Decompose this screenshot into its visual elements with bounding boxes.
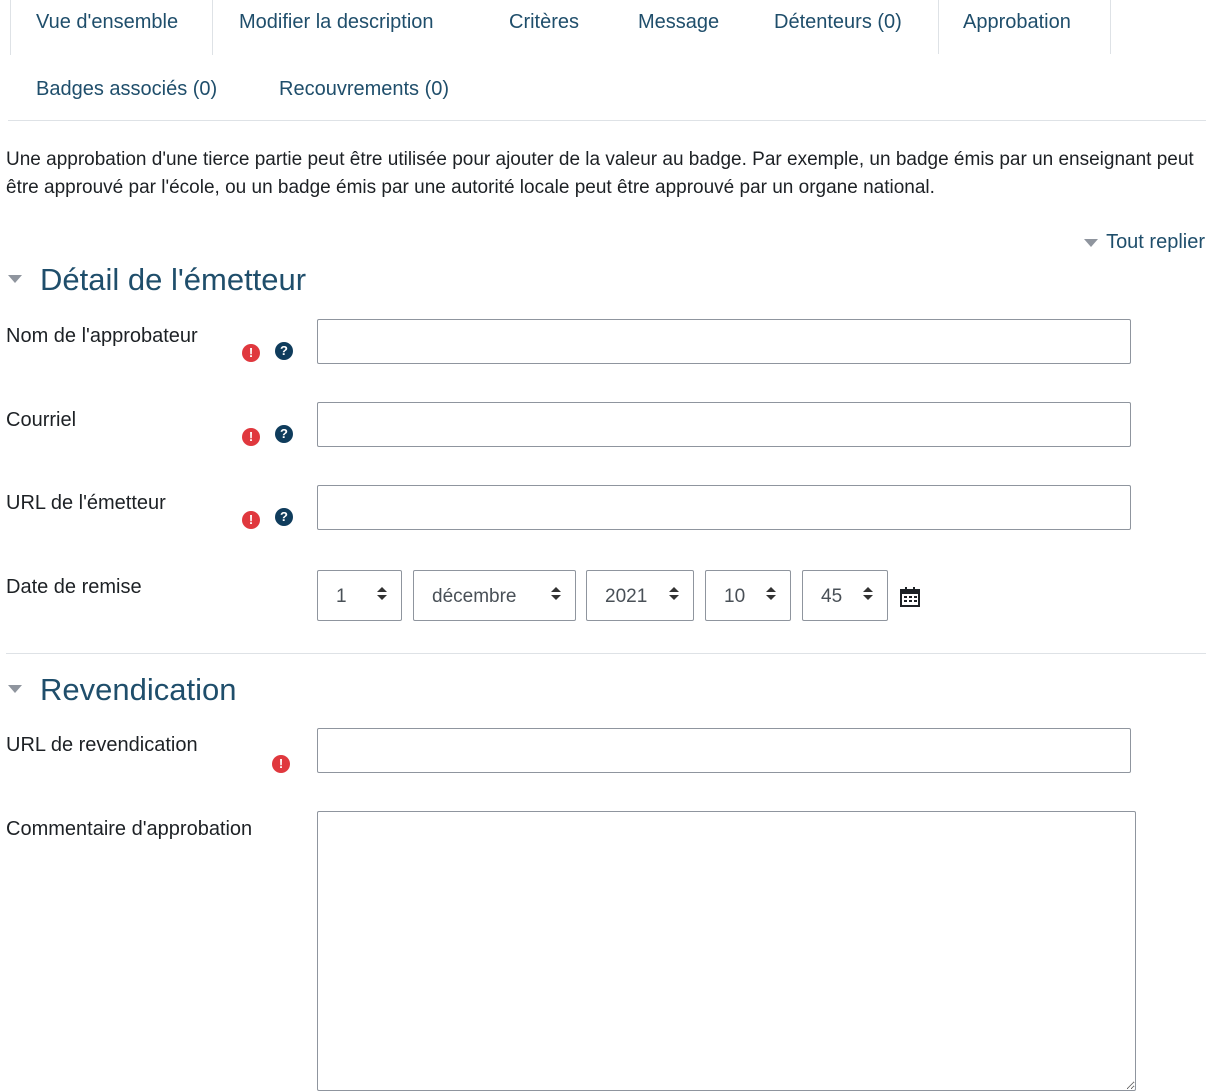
tab-related-badges[interactable]: Badges associés (0) (36, 77, 217, 101)
sort-icon (377, 585, 387, 605)
claim-section-header[interactable]: Revendication (8, 670, 236, 710)
issuer-url-label: URL de l'émetteur (6, 492, 166, 514)
claim-url-label: URL de revendication (6, 734, 198, 756)
tab-edit-description[interactable]: Modifier la description (239, 10, 434, 34)
tab-alignments[interactable]: Recouvrements (0) (279, 77, 449, 101)
claim-section-title: Revendication (40, 672, 237, 707)
sort-icon (863, 585, 873, 605)
caret-down-icon (8, 274, 22, 283)
hour-select[interactable]: 10 (705, 570, 791, 621)
month-select[interactable]: décembre (413, 570, 576, 621)
minute-value: 45 (821, 586, 843, 607)
issuer-url-input[interactable] (317, 485, 1131, 530)
question-circle-icon[interactable]: ? (275, 425, 293, 443)
tab-divider (938, 0, 939, 54)
issuer-name-label: Nom de l'approbateur (6, 325, 198, 347)
calendar-icon[interactable] (899, 586, 921, 608)
email-label: Courriel (6, 409, 77, 431)
exclamation-circle-icon: ! (242, 344, 260, 362)
tab-divider (1110, 0, 1111, 54)
minute-select[interactable]: 45 (802, 570, 888, 621)
year-value: 2021 (605, 586, 648, 607)
tab-criteria[interactable]: Critères (509, 10, 579, 34)
question-circle-icon[interactable]: ? (275, 508, 293, 526)
sort-icon (551, 585, 561, 605)
day-select[interactable]: 1 (317, 570, 402, 621)
section-divider (6, 653, 1206, 654)
collapse-all-link[interactable]: Tout replier (1084, 231, 1205, 254)
endorsement-comment-textarea[interactable] (317, 811, 1136, 1091)
exclamation-circle-icon: ! (242, 511, 260, 529)
tab-endorsement[interactable]: Approbation (963, 10, 1071, 34)
issuer-name-input[interactable] (317, 319, 1131, 364)
caret-down-icon (8, 684, 22, 693)
day-value: 1 (336, 586, 347, 607)
caret-down-icon (1084, 238, 1099, 247)
endorsement-intro-text: Une approbation d'une tierce partie peut… (6, 149, 1194, 198)
issuer-section-header[interactable]: Détail de l'émetteur (8, 260, 306, 300)
email-input[interactable] (317, 402, 1131, 447)
sort-icon (766, 585, 776, 605)
exclamation-circle-icon: ! (242, 428, 260, 446)
tab-message[interactable]: Message (638, 10, 719, 34)
exclamation-circle-icon: ! (272, 755, 290, 773)
collapse-all-label: Tout replier (1106, 231, 1205, 253)
month-value: décembre (432, 586, 517, 607)
tab-recipients[interactable]: Détenteurs (0) (774, 10, 902, 34)
sort-icon (669, 585, 679, 605)
endorsement-comment-label: Commentaire d'approbation (6, 818, 253, 840)
question-circle-icon[interactable]: ? (275, 342, 293, 360)
tabs-bottom-border (8, 120, 1206, 121)
hour-value: 10 (724, 586, 746, 607)
issue-date-label: Date de remise (6, 576, 142, 598)
issuer-section-title: Détail de l'émetteur (40, 262, 307, 297)
claim-url-input[interactable] (317, 728, 1131, 773)
tab-overview[interactable]: Vue d'ensemble (36, 10, 178, 34)
year-select[interactable]: 2021 (586, 570, 694, 621)
